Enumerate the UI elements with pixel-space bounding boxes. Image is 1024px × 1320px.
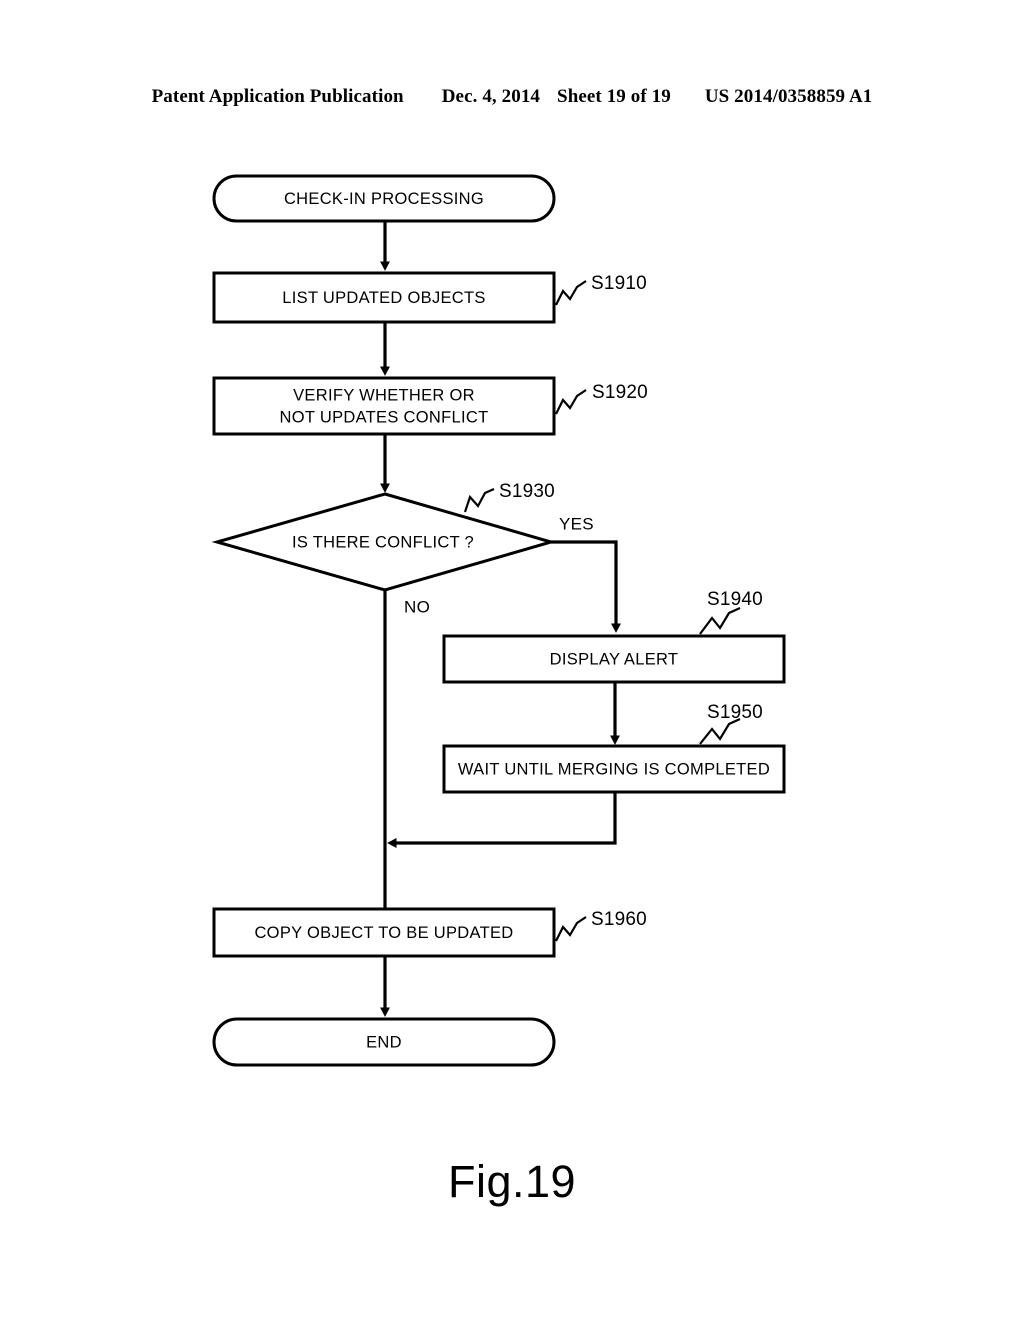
- step-label-s1930: S1930: [499, 481, 555, 502]
- step-label-s1950: S1950: [707, 702, 763, 723]
- branch-label-no: NO: [404, 597, 430, 616]
- node-s1950-label: WAIT UNTIL MERGING IS COMPLETED: [458, 760, 770, 778]
- step-label-s1940: S1940: [707, 589, 763, 610]
- flowchart-diagram: CHECK-IN PROCESSING LIST UPDATED OBJECTS…: [211, 174, 786, 1067]
- step-label-s1960: S1960: [591, 909, 647, 930]
- node-s1960: COPY OBJECT TO BE UPDATED: [212, 907, 556, 958]
- node-s1940: DISPLAY ALERT: [442, 634, 786, 684]
- connector-yes-branch: [551, 540, 621, 633]
- leader-s1920: [555, 389, 587, 415]
- node-s1940-label: DISPLAY ALERT: [550, 650, 679, 668]
- step-label-s1920: S1920: [592, 382, 648, 403]
- node-end: END: [212, 1017, 556, 1067]
- node-s1920-label-line1: VERIFY WHETHER OR: [293, 386, 475, 404]
- node-end-label: END: [366, 1033, 402, 1051]
- figure-caption: Fig.19: [447, 1156, 577, 1207]
- node-start-label: CHECK-IN PROCESSING: [284, 190, 484, 208]
- step-label-s1910: S1910: [591, 273, 647, 294]
- node-start: CHECK-IN PROCESSING: [212, 174, 556, 223]
- branch-label-yes: YES: [559, 514, 594, 533]
- node-s1910-label: LIST UPDATED OBJECTS: [282, 289, 485, 307]
- patent-page: Patent Application Publication Dec. 4, 2…: [0, 0, 1024, 1320]
- node-s1930: IS THERE CONFLICT ?: [211, 492, 557, 592]
- leader-s1930: [463, 487, 495, 513]
- node-s1920: VERIFY WHETHER OR NOT UPDATES CONFLICT: [212, 376, 556, 436]
- leader-s1910: [555, 280, 587, 306]
- node-s1920-label-line2: NOT UPDATES CONFLICT: [280, 408, 489, 426]
- node-s1950: WAIT UNTIL MERGING IS COMPLETED: [442, 744, 786, 794]
- node-s1960-label: COPY OBJECT TO BE UPDATED: [254, 924, 513, 942]
- leader-s1940: [699, 606, 741, 635]
- node-s1930-label: IS THERE CONFLICT ?: [292, 533, 474, 551]
- leader-s1960: [555, 916, 587, 942]
- connector-merge-to-main: [387, 792, 617, 848]
- node-s1910: LIST UPDATED OBJECTS: [212, 271, 556, 324]
